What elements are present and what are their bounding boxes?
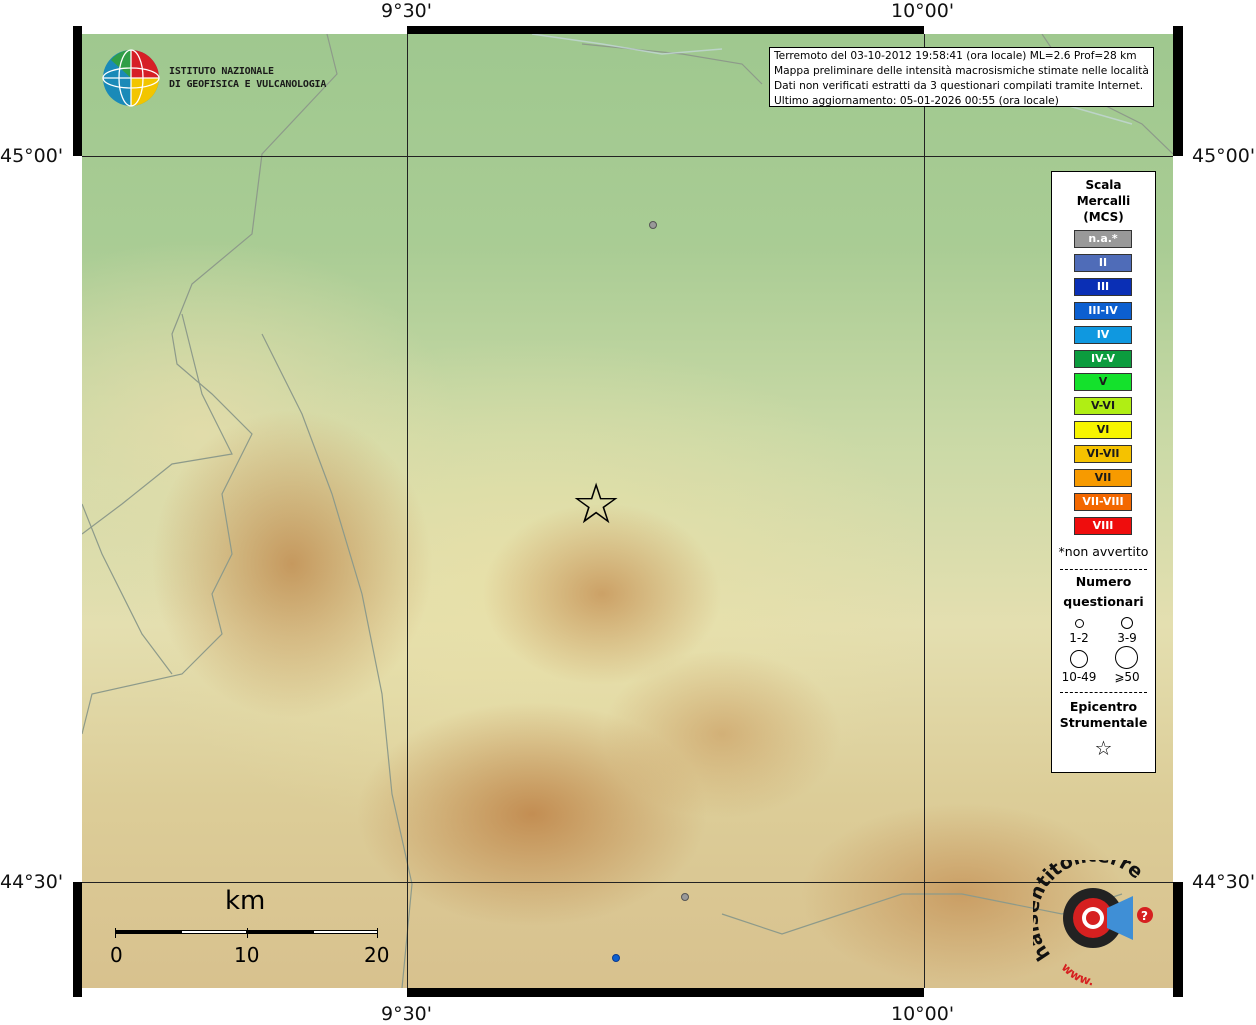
questionnaire-title-1: Numero bbox=[1075, 574, 1132, 589]
ingv-logo: ISTITUTO NAZIONALE DI GEOFISICA E VULCAN… bbox=[101, 48, 326, 108]
scale-item-na: n.a.* bbox=[1074, 230, 1132, 248]
scale-item-vi: VI bbox=[1074, 421, 1132, 440]
scale-item-viii: VIII bbox=[1074, 516, 1132, 535]
epicenter-title-2: Strumentale bbox=[1059, 715, 1148, 730]
scale-segment bbox=[181, 930, 247, 934]
scale-segment bbox=[115, 930, 181, 934]
grid-line-lon-1000 bbox=[924, 34, 925, 988]
scale-label-0: 0 bbox=[110, 943, 123, 967]
questionnaire-circle-xlarge bbox=[1115, 646, 1138, 669]
scale-label-10: 10 bbox=[234, 943, 260, 967]
frame-tick bbox=[924, 26, 1173, 34]
questionnaire-label-3: 10-49 bbox=[1061, 670, 1097, 684]
observation-point-iii-iv[interactable] bbox=[612, 954, 620, 962]
frame-tick bbox=[73, 156, 82, 882]
svg-text:www.: www. bbox=[1059, 960, 1095, 988]
lat-label-right-lower: 44°30' bbox=[1192, 871, 1256, 893]
scale-item-iiiiv: III-IV bbox=[1074, 301, 1132, 320]
scale-segment bbox=[313, 930, 378, 934]
scale-label-20: 20 bbox=[364, 943, 390, 967]
scale-tick bbox=[247, 928, 248, 938]
ingv-logo-text: ISTITUTO NAZIONALE DI GEOFISICA E VULCAN… bbox=[169, 65, 326, 91]
observation-point-na[interactable] bbox=[681, 893, 689, 901]
questionnaire-label-2: 3-9 bbox=[1117, 631, 1137, 645]
legend-note: *non avvertito bbox=[1058, 544, 1149, 559]
questionnaire-label-4: ⩾50 bbox=[1114, 670, 1140, 684]
scale-item-iii: III bbox=[1074, 277, 1132, 296]
grid-line-lat-4430 bbox=[82, 882, 1173, 883]
frame-tick bbox=[1173, 156, 1183, 882]
scale-item-vii: VII bbox=[1074, 469, 1132, 487]
scale-tick bbox=[115, 928, 116, 938]
observation-point-na[interactable] bbox=[649, 221, 657, 229]
frame-tick bbox=[82, 26, 407, 34]
legend-divider bbox=[1060, 569, 1147, 570]
legend-title-line-3: (MCS) bbox=[1083, 210, 1124, 224]
scale-segment bbox=[247, 930, 313, 934]
info-line-3: Dati non verificati estratti da 3 questi… bbox=[774, 80, 1144, 92]
info-line-1: Terremoto del 03-10-2012 19:58:41 (ora l… bbox=[774, 50, 1137, 62]
lat-label-left-lower: 44°30' bbox=[0, 871, 64, 893]
scale-item-iv: IV bbox=[1074, 325, 1132, 344]
questionnaire-title-2: questionari bbox=[1063, 594, 1144, 609]
question-icon: ? bbox=[1141, 909, 1148, 923]
scale-item-viiviii: VII-VIII bbox=[1074, 492, 1132, 511]
region-borders bbox=[82, 34, 1173, 988]
lon-label-bottom-right: 10°00' bbox=[891, 1003, 955, 1025]
legend-divider bbox=[1060, 692, 1147, 693]
grid-line-lon-930 bbox=[407, 34, 408, 988]
info-line-4: Ultimo aggiornamento: 05-01-2026 00:55 (… bbox=[774, 95, 1059, 107]
mcs-legend: Scala Mercalli (MCS) n.a.* II III III-IV IV I… bbox=[1051, 171, 1156, 773]
legend-title: Scala Mercalli (MCS) bbox=[1052, 177, 1155, 225]
lon-label-top-right: 10°00' bbox=[891, 0, 955, 22]
questionnaire-label-1: 1-2 bbox=[1069, 631, 1089, 645]
scale-item-ii: II bbox=[1074, 253, 1132, 272]
epicenter-star-icon[interactable]: ☆ bbox=[571, 470, 621, 540]
questionnaire-circle-medium bbox=[1121, 617, 1133, 629]
earthquake-info-box: Terremoto del 03-10-2012 19:58:41 (ora l… bbox=[769, 47, 1154, 107]
legend-title-line-1: Scala bbox=[1085, 178, 1122, 192]
scale-item-vivii: VI-VII bbox=[1074, 445, 1132, 464]
questionnaire-circle-small bbox=[1075, 619, 1084, 628]
terrain-map[interactable] bbox=[82, 34, 1173, 988]
epicenter-legend-star-icon: ☆ bbox=[1094, 736, 1113, 760]
legend-title-line-2: Mercalli bbox=[1076, 194, 1131, 208]
scale-tick bbox=[377, 928, 378, 938]
haisentito-logo-url: www. bbox=[1059, 960, 1095, 988]
lon-label-top-left: 9°30' bbox=[381, 0, 432, 22]
scale-bar: km 0 10 20 bbox=[110, 886, 389, 970]
lat-label-left-upper: 45°00' bbox=[0, 145, 64, 167]
lat-label-right-upper: 45°00' bbox=[1192, 145, 1256, 167]
info-line-2: Mappa preliminare delle intensità macros… bbox=[774, 65, 1149, 77]
lon-label-bottom-left: 9°30' bbox=[381, 1003, 432, 1025]
frame-tick bbox=[82, 988, 407, 997]
scale-item-v: V bbox=[1074, 373, 1132, 392]
logo-line-2: DI GEOFISICA E VULCANOLOGIA bbox=[169, 79, 327, 90]
globe-icon bbox=[102, 49, 160, 107]
scale-item-ivv: IV-V bbox=[1074, 349, 1132, 368]
scale-unit: km bbox=[225, 886, 266, 916]
logo-line-1: ISTITUTO NAZIONALE bbox=[169, 66, 274, 77]
haisentito-logo[interactable]: haisentitoilterremoto.it www. ? bbox=[1021, 843, 1163, 990]
scale-item-vvi: V-VI bbox=[1074, 397, 1132, 416]
questionnaire-circle-large bbox=[1070, 650, 1088, 668]
epicenter-title-1: Epicentro bbox=[1069, 699, 1138, 714]
grid-line-lat-4500 bbox=[82, 156, 1173, 157]
